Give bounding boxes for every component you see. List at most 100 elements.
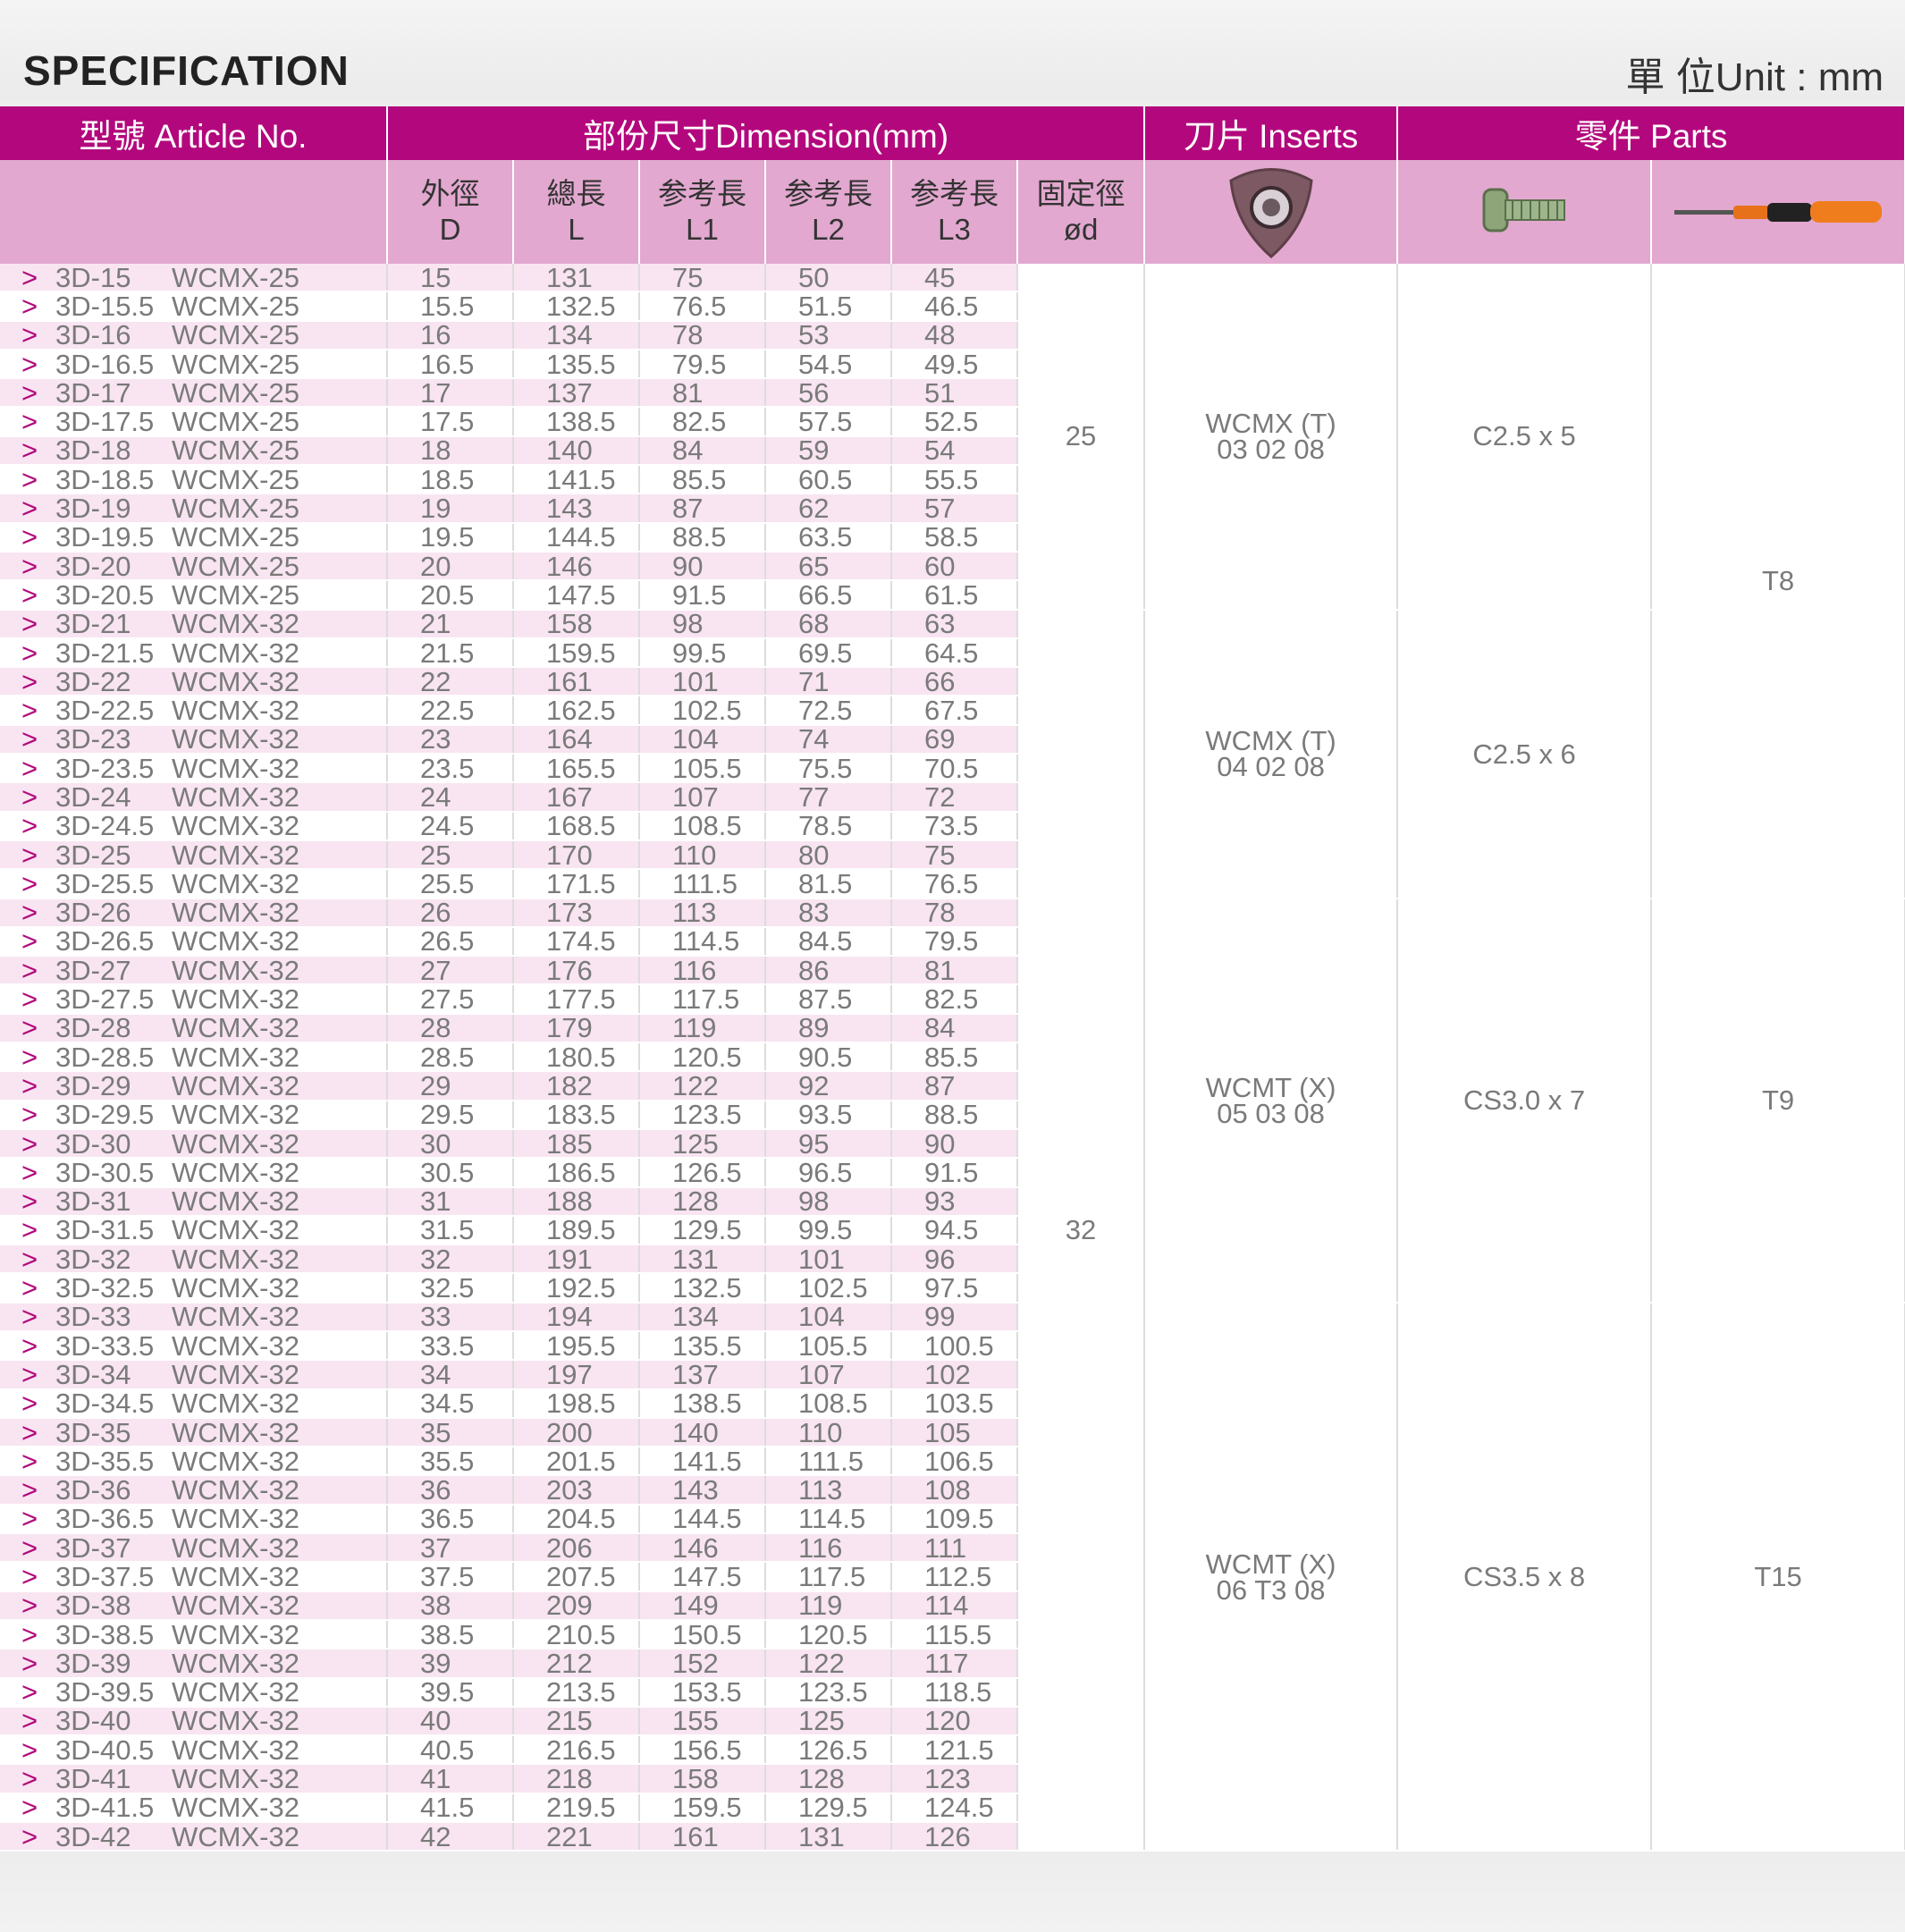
article-code: 3D-27	[55, 956, 131, 985]
article-code: 3D-22	[55, 667, 131, 696]
dim-L1: 102.5	[639, 696, 766, 726]
article-cell[interactable]: >3D-41 WCMX-32	[0, 1764, 388, 1794]
fixed-diameter-cell: 25	[1017, 264, 1146, 611]
article-cell[interactable]: >3D-34 WCMX-32	[0, 1360, 388, 1390]
article-cell[interactable]: >3D-25 WCMX-32	[0, 839, 388, 871]
article-insert-type: WCMX-32	[172, 1504, 299, 1534]
article-cell[interactable]: >3D-29.5 WCMX-32	[0, 1100, 388, 1130]
dim-D: 18	[387, 435, 514, 467]
article-cell[interactable]: >3D-40.5 WCMX-32	[0, 1735, 388, 1766]
chevron-right-icon: >	[21, 1590, 38, 1620]
article-cell[interactable]: >3D-22 WCMX-32	[0, 667, 388, 697]
article-code: 3D-41.5	[55, 1793, 155, 1823]
article-cell[interactable]: >3D-24.5 WCMX-32	[0, 811, 388, 841]
article-code: 3D-17	[55, 378, 131, 408]
article-cell[interactable]: >3D-39.5 WCMX-32	[0, 1677, 388, 1708]
chevron-right-icon: >	[21, 580, 38, 610]
dim-L: 189.5	[513, 1215, 640, 1246]
article-cell[interactable]: >3D-28 WCMX-32	[0, 1013, 388, 1044]
article-cell[interactable]: >3D-33 WCMX-32	[0, 1302, 388, 1332]
article-cell[interactable]: >3D-15.5 WCMX-25	[0, 291, 388, 322]
article-cell[interactable]: >3D-34.5 WCMX-32	[0, 1388, 388, 1419]
article-insert-type: WCMX-32	[172, 984, 299, 1014]
article-cell[interactable]: >3D-19 WCMX-25	[0, 494, 388, 524]
article-cell[interactable]: >3D-19.5 WCMX-25	[0, 522, 388, 553]
article-cell[interactable]: >3D-20.5 WCMX-25	[0, 580, 388, 611]
dim-L2: 101	[765, 1244, 892, 1275]
dim-L: 159.5	[513, 637, 640, 669]
dim-L: 158	[513, 609, 640, 639]
article-cell[interactable]: >3D-37.5 WCMX-32	[0, 1562, 388, 1592]
article-cell[interactable]: >3D-32.5 WCMX-32	[0, 1273, 388, 1303]
article-cell[interactable]: >3D-22.5 WCMX-32	[0, 696, 388, 726]
dim-L1: 137	[639, 1360, 766, 1390]
dim-L: 194	[513, 1302, 640, 1332]
article-cell[interactable]: >3D-17.5 WCMX-25	[0, 407, 388, 437]
article-cell[interactable]: >3D-37 WCMX-32	[0, 1533, 388, 1564]
article-insert-type: WCMX-25	[172, 378, 299, 408]
dim-L2: 86	[765, 956, 892, 986]
article-cell[interactable]: >3D-36.5 WCMX-32	[0, 1504, 388, 1535]
article-cell[interactable]: >3D-23 WCMX-32	[0, 724, 388, 755]
screw-cell: CS3.0 x 7	[1397, 898, 1653, 1303]
article-cell[interactable]: >3D-30.5 WCMX-32	[0, 1158, 388, 1188]
dim-L2: 120.5	[765, 1619, 892, 1650]
article-cell[interactable]: >3D-21.5 WCMX-32	[0, 637, 388, 669]
article-code: 3D-32	[55, 1244, 131, 1274]
dim-L2: 56	[765, 378, 892, 409]
article-cell[interactable]: >3D-38 WCMX-32	[0, 1590, 388, 1621]
article-insert-type: WCMX-32	[172, 898, 299, 927]
article-cell[interactable]: >3D-35.5 WCMX-32	[0, 1447, 388, 1477]
article-cell[interactable]: >3D-39 WCMX-32	[0, 1649, 388, 1679]
article-cell[interactable]: >3D-30 WCMX-32	[0, 1128, 388, 1160]
article-cell[interactable]: >3D-20 WCMX-25	[0, 551, 388, 582]
article-cell[interactable]: >3D-21 WCMX-32	[0, 609, 388, 639]
article-cell[interactable]: >3D-29 WCMX-32	[0, 1071, 388, 1101]
dim-D: 40.5	[387, 1735, 514, 1766]
article-code: 3D-20.5	[55, 580, 155, 610]
dim-D: 29.5	[387, 1100, 514, 1130]
dim-L: 191	[513, 1244, 640, 1275]
driver-cell: T9	[1651, 898, 1905, 1303]
article-cell[interactable]: >3D-27.5 WCMX-32	[0, 984, 388, 1015]
chevron-right-icon: >	[21, 984, 38, 1014]
article-cell[interactable]: >3D-18 WCMX-25	[0, 435, 388, 467]
article-cell[interactable]: >3D-31 WCMX-32	[0, 1186, 388, 1217]
article-cell[interactable]: >3D-41.5 WCMX-32	[0, 1793, 388, 1824]
chevron-right-icon: >	[21, 378, 38, 408]
article-cell[interactable]: >3D-33.5 WCMX-32	[0, 1330, 388, 1362]
article-code: 3D-28.5	[55, 1042, 155, 1072]
article-cell[interactable]: >3D-26.5 WCMX-32	[0, 926, 388, 958]
article-cell[interactable]: >3D-24 WCMX-32	[0, 782, 388, 813]
chevron-right-icon: >	[21, 1388, 38, 1418]
article-cell[interactable]: >3D-35 WCMX-32	[0, 1417, 388, 1448]
article-cell[interactable]: >3D-36 WCMX-32	[0, 1475, 388, 1506]
article-insert-type: WCMX-25	[172, 465, 299, 494]
dim-L: 212	[513, 1649, 640, 1679]
dim-L2: 102.5	[765, 1273, 892, 1303]
article-cell[interactable]: >3D-38.5 WCMX-32	[0, 1619, 388, 1650]
article-cell[interactable]: >3D-26 WCMX-32	[0, 898, 388, 928]
article-cell[interactable]: >3D-42 WCMX-32	[0, 1822, 388, 1852]
article-cell[interactable]: >3D-18.5 WCMX-25	[0, 465, 388, 495]
chevron-right-icon: >	[21, 1475, 38, 1505]
article-cell[interactable]: >3D-25.5 WCMX-32	[0, 869, 388, 899]
dim-L3: 111	[891, 1533, 1018, 1564]
article-cell[interactable]: >3D-28.5 WCMX-32	[0, 1042, 388, 1073]
dim-L2: 65	[765, 551, 892, 582]
dim-L3: 121.5	[891, 1735, 1018, 1766]
dim-L2: 95	[765, 1128, 892, 1160]
article-cell[interactable]: >3D-40 WCMX-32	[0, 1706, 388, 1737]
article-code: 3D-35.5	[55, 1447, 155, 1476]
article-cell[interactable]: >3D-32 WCMX-32	[0, 1244, 388, 1275]
article-cell[interactable]: >3D-27 WCMX-32	[0, 956, 388, 986]
article-cell[interactable]: >3D-23.5 WCMX-32	[0, 754, 388, 784]
article-cell[interactable]: >3D-16 WCMX-25	[0, 320, 388, 350]
article-cell[interactable]: >3D-31.5 WCMX-32	[0, 1215, 388, 1246]
article-cell[interactable]: >3D-15 WCMX-25	[0, 264, 388, 293]
chevron-right-icon: >	[21, 1504, 38, 1534]
chevron-right-icon: >	[21, 637, 38, 668]
dim-D: 24	[387, 782, 514, 813]
article-cell[interactable]: >3D-17 WCMX-25	[0, 378, 388, 409]
article-cell[interactable]: >3D-16.5 WCMX-25	[0, 349, 388, 380]
